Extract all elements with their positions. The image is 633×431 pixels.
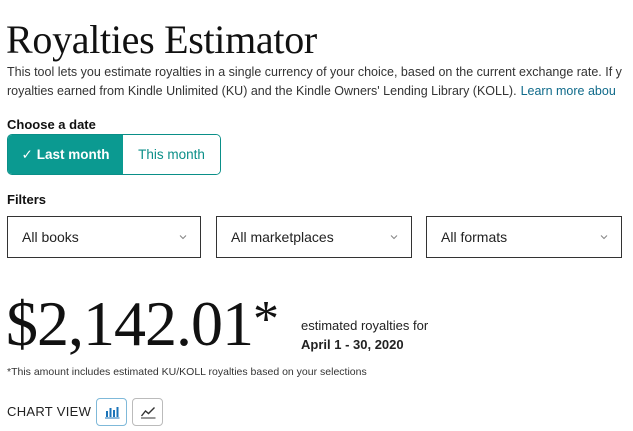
chevron-down-icon (600, 235, 608, 240)
last-month-button[interactable]: ✓ Last month (8, 135, 123, 174)
royalties-caption: estimated royalties for April 1 - 30, 20… (301, 316, 428, 354)
royalties-period: April 1 - 30, 2020 (301, 337, 404, 352)
formats-filter-value: All formats (441, 229, 508, 245)
chevron-down-icon (390, 235, 398, 240)
date-toggle-group: ✓ Last month This month (7, 134, 221, 175)
page-description: This tool lets you estimate royalties in… (7, 63, 633, 101)
learn-more-link[interactable]: Learn more abou (521, 84, 616, 98)
royalties-asterisk: * (253, 291, 279, 348)
description-line-2: royalties earned from Kindle Unlimited (… (7, 82, 633, 101)
this-month-label: This month (138, 147, 205, 162)
date-section-label: Choose a date (7, 117, 96, 132)
line-chart-icon (140, 407, 155, 419)
check-icon: ✓ (21, 146, 33, 162)
royalties-caption-text: estimated royalties for (301, 318, 429, 333)
chart-view-label: CHART VIEW (7, 404, 92, 419)
marketplaces-filter-select[interactable]: All marketplaces (216, 216, 412, 258)
marketplaces-filter-value: All marketplaces (231, 229, 334, 245)
bar-chart-icon (104, 407, 119, 419)
books-filter-value: All books (22, 229, 79, 245)
chevron-down-icon (179, 235, 187, 240)
description-line-1: This tool lets you estimate royalties in… (7, 65, 622, 79)
last-month-label: Last month (36, 147, 110, 162)
line-chart-view-button[interactable] (132, 398, 163, 426)
bar-chart-view-button[interactable] (96, 398, 127, 426)
description-line-2-text: royalties earned from Kindle Unlimited (… (7, 84, 517, 98)
formats-filter-select[interactable]: All formats (426, 216, 622, 258)
royalties-amount-value: $2,142.01 (6, 288, 254, 359)
filters-label: Filters (7, 192, 47, 207)
books-filter-select[interactable]: All books (7, 216, 201, 258)
this-month-button[interactable]: This month (123, 135, 220, 174)
royalties-footnote: *This amount includes estimated KU/KOLL … (7, 366, 367, 378)
page-title: Royalties Estimator (6, 17, 317, 62)
royalties-amount: $2,142.01* (6, 286, 279, 362)
